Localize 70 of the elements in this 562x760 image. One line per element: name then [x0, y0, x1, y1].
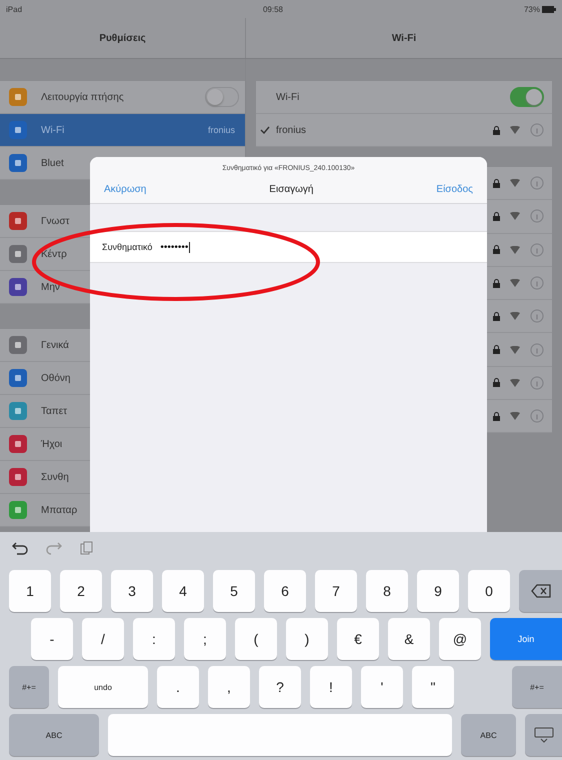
- undo-icon[interactable]: [12, 541, 28, 555]
- toggle-switch[interactable]: [205, 87, 239, 107]
- redo-icon[interactable]: [46, 541, 62, 555]
- info-icon: [530, 176, 544, 190]
- device-name: iPad: [6, 4, 22, 14]
- wifi-signal-icon: [510, 179, 520, 188]
- keyboard-key[interactable]: ): [286, 618, 328, 660]
- keyboard-key[interactable]: 3: [111, 570, 153, 612]
- join-key[interactable]: Join: [490, 618, 562, 660]
- undo-key[interactable]: undo: [58, 666, 148, 708]
- wifi-signal-icon: [510, 378, 520, 387]
- info-icon: [530, 376, 544, 390]
- keyboard-key[interactable]: @: [439, 618, 481, 660]
- keyboard-key[interactable]: 0: [468, 570, 510, 612]
- wifi-signal-icon: [510, 279, 520, 288]
- network-row[interactable]: fronius: [256, 114, 552, 147]
- backspace-key[interactable]: [519, 570, 562, 612]
- keyboard-key[interactable]: !: [310, 666, 352, 708]
- toggle-switch[interactable]: [510, 87, 544, 107]
- keyboard-key[interactable]: 1: [9, 570, 51, 612]
- info-icon: [530, 242, 544, 257]
- hide-keyboard-key[interactable]: [525, 714, 562, 756]
- password-field[interactable]: ••••••••: [160, 242, 190, 252]
- keyboard-key[interactable]: €: [337, 618, 379, 660]
- symbols-key[interactable]: #+=: [9, 666, 49, 708]
- keyboard-key[interactable]: (: [235, 618, 277, 660]
- keyboard-key[interactable]: 9: [417, 570, 459, 612]
- info-icon: [530, 342, 544, 357]
- keyboard-key[interactable]: .: [157, 666, 199, 708]
- paste-icon[interactable]: [80, 541, 94, 555]
- info-icon: [530, 123, 544, 137]
- wifi-signal-icon: [510, 412, 520, 420]
- keyboard-key[interactable]: ": [412, 666, 454, 708]
- keyboard-key[interactable]: 6: [264, 570, 306, 612]
- keyboard-key[interactable]: 2: [60, 570, 102, 612]
- keyboard-key[interactable]: ?: [259, 666, 301, 708]
- field-label: Συνθηματικό: [102, 242, 152, 252]
- info-icon: [530, 276, 544, 290]
- dialog-title: Εισαγωγή: [269, 184, 314, 195]
- backspace-icon: [530, 584, 550, 598]
- keyboard-key[interactable]: /: [82, 618, 124, 660]
- wifi-title: Wi-Fi: [392, 32, 416, 44]
- keyboard-key[interactable]: &: [388, 618, 430, 660]
- keyboard-key[interactable]: -: [31, 618, 73, 660]
- clock-time: 09:58: [262, 4, 284, 14]
- info-icon: [530, 409, 544, 424]
- keyboard-key[interactable]: ': [361, 666, 403, 708]
- wifi-signal-icon: [510, 346, 520, 354]
- wifi-signal-icon: [510, 126, 520, 134]
- info-icon: [530, 209, 544, 224]
- settings-title: Ρυθμίσεις: [99, 32, 146, 44]
- keyboard-key[interactable]: ;: [184, 618, 226, 660]
- wifi-signal-icon: [510, 312, 520, 320]
- info-icon: [530, 309, 544, 324]
- keyboard-key[interactable]: 8: [366, 570, 408, 612]
- battery-percent: 73%: [524, 4, 540, 14]
- keyboard-key[interactable]: 5: [213, 570, 255, 612]
- keyboard-key[interactable]: 4: [162, 570, 204, 612]
- keyboard-key[interactable]: ,: [208, 666, 250, 708]
- keyboard-key[interactable]: 7: [315, 570, 357, 612]
- abc-key[interactable]: ABC: [9, 714, 99, 756]
- detail-text: fronius: [208, 125, 235, 135]
- abc-key[interactable]: ABC: [461, 714, 516, 756]
- keyboard-hide-icon: [534, 727, 554, 743]
- wifi-signal-icon: [510, 246, 520, 254]
- wifi-signal-icon: [510, 212, 520, 220]
- keyboard-key[interactable]: :: [133, 618, 175, 660]
- wifi-label: Wi-Fi: [276, 92, 300, 102]
- symbols-key[interactable]: #+=: [512, 666, 562, 708]
- battery-icon: [542, 6, 556, 12]
